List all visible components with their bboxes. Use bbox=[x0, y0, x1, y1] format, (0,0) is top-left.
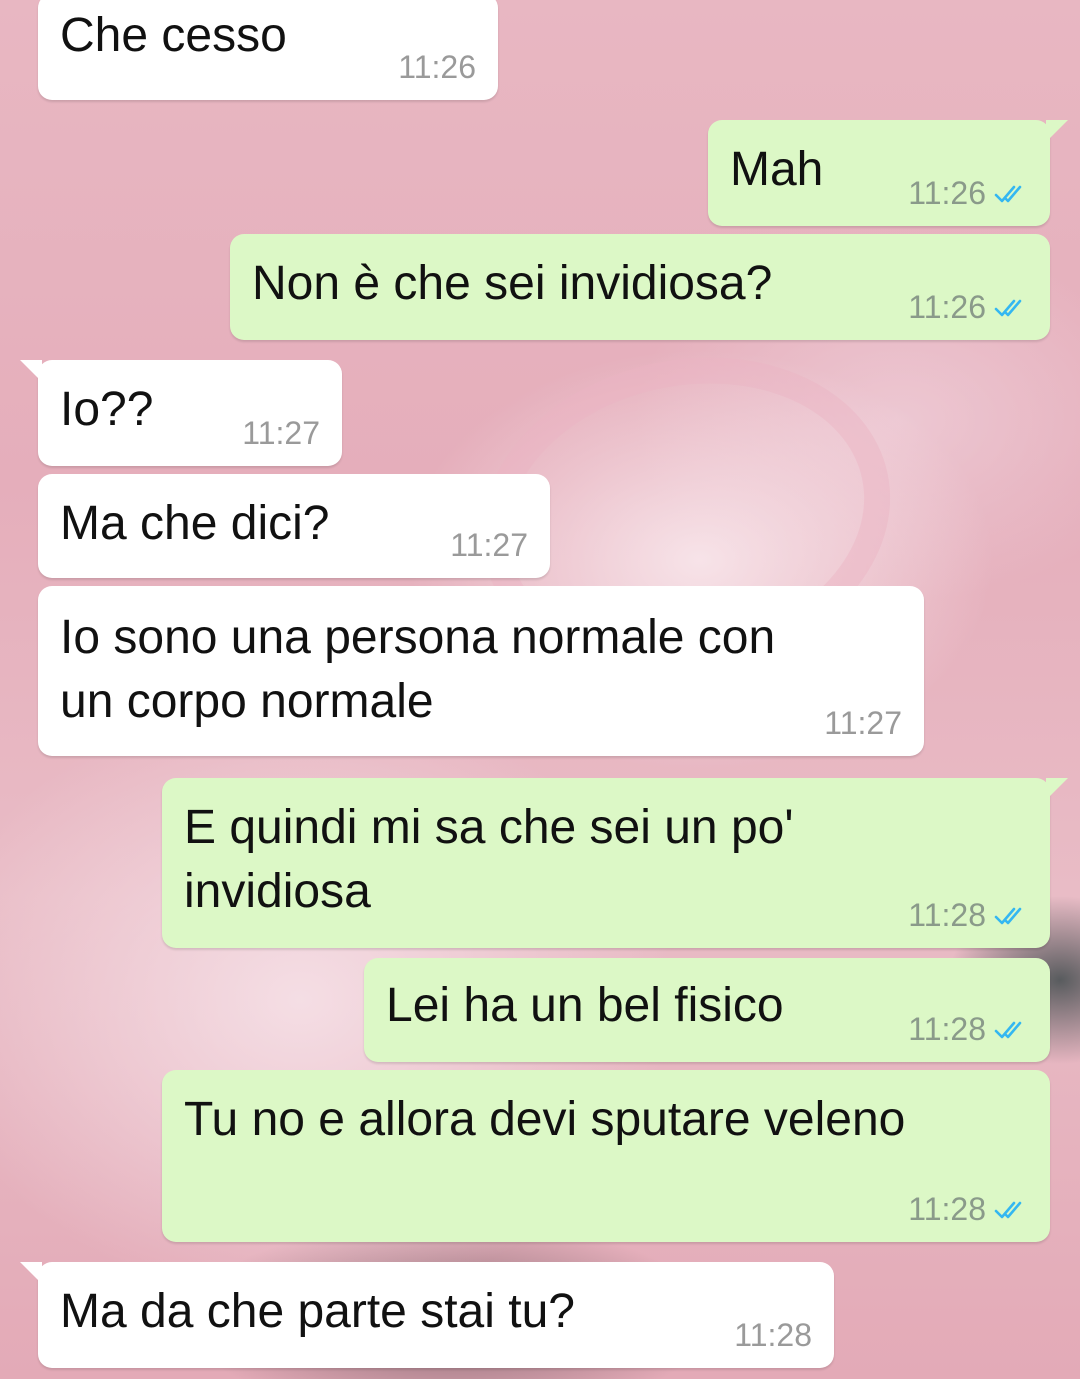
message-bubble-outgoing[interactable]: Mah 11:26 bbox=[708, 120, 1068, 226]
message-text: Ma che dici? bbox=[60, 497, 330, 550]
message-time: 11:26 bbox=[398, 49, 476, 85]
message-bubble-outgoing[interactable]: E quindi mi sa che sei un po' invidiosa … bbox=[162, 778, 1068, 948]
message-time: 11:27 bbox=[824, 705, 902, 741]
message-meta: 11:28 bbox=[908, 1191, 1028, 1228]
message-meta: 11:28 bbox=[908, 897, 1028, 934]
message-time: 11:28 bbox=[908, 1011, 986, 1047]
message-text: E quindi mi sa che sei un po' invidiosa bbox=[184, 801, 794, 918]
double-check-read-icon bbox=[994, 1201, 1022, 1218]
message-text: Tu no e allora devi sputare veleno bbox=[184, 1093, 906, 1146]
message-text: Lei ha un bel fisico bbox=[386, 979, 784, 1032]
message-meta: 11:27 bbox=[242, 415, 320, 452]
double-check-read-icon bbox=[994, 1021, 1022, 1038]
message-bubble-outgoing[interactable]: Tu no e allora devi sputare veleno 11:28 bbox=[162, 1070, 1050, 1242]
message-time: 11:26 bbox=[908, 289, 986, 325]
message-time: 11:28 bbox=[908, 1191, 986, 1227]
message-meta: 11:27 bbox=[450, 527, 528, 564]
message-time: 11:26 bbox=[908, 175, 986, 211]
message-text: Mah bbox=[730, 143, 824, 196]
message-time: 11:28 bbox=[734, 1317, 812, 1353]
message-meta: 11:26 bbox=[908, 289, 1028, 326]
message-meta: 11:28 bbox=[734, 1317, 812, 1354]
message-time: 11:27 bbox=[450, 527, 528, 563]
message-text: Non è che sei invidiosa? bbox=[252, 257, 773, 310]
message-text: Io?? bbox=[60, 383, 154, 436]
message-text: Io sono una persona normale con un corpo… bbox=[60, 611, 776, 728]
message-meta: 11:26 bbox=[908, 175, 1028, 212]
message-bubble-incoming[interactable]: Ma da che parte stai tu? 11:28 bbox=[20, 1262, 834, 1368]
double-check-read-icon bbox=[994, 299, 1022, 316]
message-bubble-incoming[interactable]: Che cesso 11:26 bbox=[38, 0, 498, 100]
message-bubble-incoming[interactable]: Io sono una persona normale con un corpo… bbox=[38, 586, 924, 756]
message-time: 11:27 bbox=[242, 415, 320, 451]
message-bubble-outgoing[interactable]: Non è che sei invidiosa? 11:26 bbox=[230, 234, 1050, 340]
message-bubble-incoming[interactable]: Io?? 11:27 bbox=[20, 360, 342, 466]
message-bubble-outgoing[interactable]: Lei ha un bel fisico 11:28 bbox=[364, 958, 1050, 1062]
message-text: Ma da che parte stai tu? bbox=[60, 1285, 575, 1338]
message-time: 11:28 bbox=[908, 897, 986, 933]
message-meta: 11:27 bbox=[824, 705, 902, 742]
double-check-read-icon bbox=[994, 185, 1022, 202]
double-check-read-icon bbox=[994, 907, 1022, 924]
message-text: Che cesso bbox=[60, 9, 287, 62]
message-meta: 11:26 bbox=[398, 49, 476, 86]
message-bubble-incoming[interactable]: Ma che dici? 11:27 bbox=[38, 474, 550, 578]
message-meta: 11:28 bbox=[908, 1011, 1028, 1048]
